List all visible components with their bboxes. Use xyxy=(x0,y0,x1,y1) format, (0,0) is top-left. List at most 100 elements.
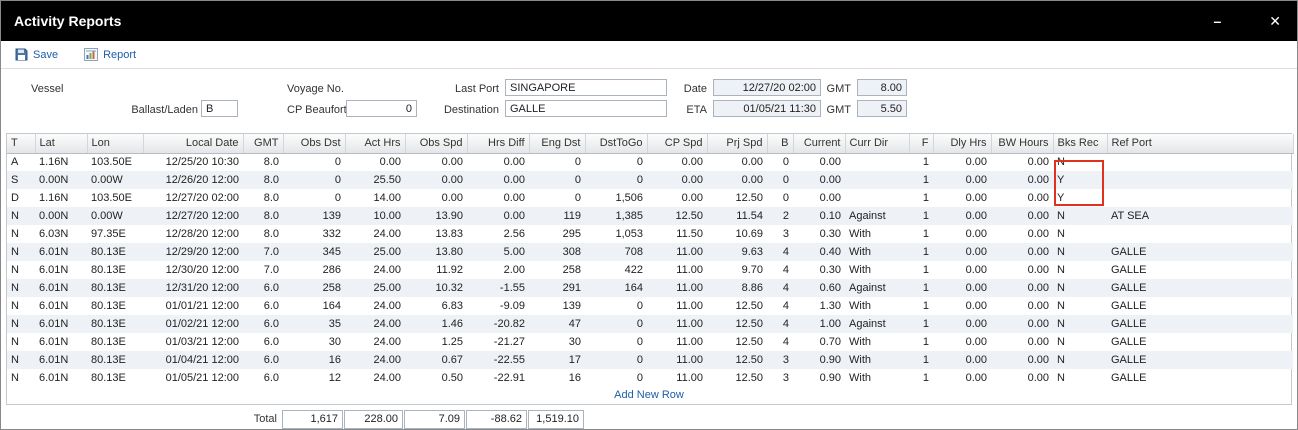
table-cell[interactable]: 0 xyxy=(585,315,647,333)
table-cell[interactable]: 0.67 xyxy=(405,351,467,369)
table-cell[interactable]: 6.01N xyxy=(35,333,87,351)
table-cell[interactable]: With xyxy=(845,261,909,279)
table-cell[interactable]: Against xyxy=(845,315,909,333)
table-cell[interactable]: 0.00 xyxy=(707,153,767,171)
table-cell[interactable]: 345 xyxy=(283,243,345,261)
table-cell[interactable]: 80.13E xyxy=(87,297,143,315)
table-cell[interactable]: -20.82 xyxy=(467,315,529,333)
close-button[interactable]: ✕ xyxy=(1269,14,1281,28)
table-cell[interactable]: 332 xyxy=(283,225,345,243)
table-cell[interactable]: 0.00 xyxy=(933,351,991,369)
column-header[interactable]: DstToGo xyxy=(585,134,647,153)
table-cell[interactable]: 6.01N xyxy=(35,279,87,297)
table-cell[interactable]: 2.00 xyxy=(467,261,529,279)
table-cell[interactable]: N xyxy=(1053,261,1107,279)
table-cell[interactable]: 0 xyxy=(585,297,647,315)
table-cell[interactable]: 0.50 xyxy=(405,369,467,387)
table-cell[interactable] xyxy=(845,153,909,171)
table-cell[interactable]: 0.60 xyxy=(793,279,845,297)
table-cell[interactable]: 25.00 xyxy=(345,279,405,297)
table-cell[interactable]: 7.0 xyxy=(243,243,283,261)
column-header[interactable]: Local Date xyxy=(143,134,243,153)
table-cell[interactable]: 0.70 xyxy=(793,333,845,351)
table-cell[interactable]: GALLE xyxy=(1107,279,1293,297)
table-cell[interactable]: 11.00 xyxy=(647,279,707,297)
table-row[interactable]: A1.16N103.50E12/25/20 10:308.000.000.000… xyxy=(7,153,1293,171)
table-cell[interactable]: 258 xyxy=(529,261,585,279)
table-cell[interactable]: N xyxy=(7,351,35,369)
table-cell[interactable]: 12/29/20 12:00 xyxy=(143,243,243,261)
minimize-button[interactable]: – xyxy=(1213,14,1221,28)
table-cell[interactable]: 1 xyxy=(909,261,933,279)
table-cell[interactable]: 2 xyxy=(767,207,793,225)
eta-input[interactable] xyxy=(713,100,821,117)
table-cell[interactable]: 0.00 xyxy=(793,171,845,189)
table-cell[interactable]: 0.00N xyxy=(35,207,87,225)
table-cell[interactable]: Against xyxy=(845,207,909,225)
table-cell[interactable]: 11.92 xyxy=(405,261,467,279)
table-cell[interactable]: 0.00 xyxy=(467,207,529,225)
table-cell[interactable]: 0.00N xyxy=(35,171,87,189)
table-cell[interactable]: 12/31/20 12:00 xyxy=(143,279,243,297)
table-cell[interactable]: N xyxy=(1053,243,1107,261)
table-cell[interactable]: N xyxy=(1053,225,1107,243)
table-cell[interactable]: A xyxy=(7,153,35,171)
table-cell[interactable]: 7.0 xyxy=(243,261,283,279)
table-cell[interactable]: With xyxy=(845,243,909,261)
table-cell[interactable]: 01/04/21 12:00 xyxy=(143,351,243,369)
table-cell[interactable]: 119 xyxy=(529,207,585,225)
table-cell[interactable]: 24.00 xyxy=(345,297,405,315)
table-row[interactable]: N6.03N97.35E12/28/20 12:008.033224.0013.… xyxy=(7,225,1293,243)
table-cell[interactable]: 6.01N xyxy=(35,369,87,387)
table-cell[interactable]: 01/03/21 12:00 xyxy=(143,333,243,351)
table-cell[interactable]: 139 xyxy=(283,207,345,225)
table-cell[interactable]: 24.00 xyxy=(345,351,405,369)
table-cell[interactable]: N xyxy=(7,279,35,297)
table-cell[interactable]: 0.00 xyxy=(933,315,991,333)
table-cell[interactable]: 6.0 xyxy=(243,315,283,333)
column-header[interactable]: Lon xyxy=(87,134,143,153)
table-cell[interactable]: 0.00 xyxy=(991,243,1053,261)
table-cell[interactable]: 4 xyxy=(767,279,793,297)
table-cell[interactable]: GALLE xyxy=(1107,369,1293,387)
table-cell[interactable]: 12/28/20 12:00 xyxy=(143,225,243,243)
table-cell[interactable]: 11.00 xyxy=(647,315,707,333)
table-cell[interactable]: 9.70 xyxy=(707,261,767,279)
column-header[interactable]: Hrs Diff xyxy=(467,134,529,153)
table-cell[interactable]: 0.00 xyxy=(991,333,1053,351)
table-cell[interactable]: 0.00 xyxy=(991,297,1053,315)
table-cell[interactable]: 10.69 xyxy=(707,225,767,243)
table-cell[interactable]: 0.00 xyxy=(991,261,1053,279)
table-cell[interactable]: 6.0 xyxy=(243,279,283,297)
table-cell[interactable]: 1 xyxy=(909,333,933,351)
table-cell[interactable]: 0.00 xyxy=(991,189,1053,207)
column-header[interactable]: Prj Spd xyxy=(707,134,767,153)
table-cell[interactable]: 258 xyxy=(283,279,345,297)
table-cell[interactable]: 6.83 xyxy=(405,297,467,315)
table-cell[interactable]: 1,506 xyxy=(585,189,647,207)
table-cell[interactable]: 0.00 xyxy=(647,171,707,189)
table-cell[interactable]: 6.01N xyxy=(35,315,87,333)
table-cell[interactable]: 8.0 xyxy=(243,153,283,171)
table-cell[interactable]: 11.00 xyxy=(647,333,707,351)
table-cell[interactable]: 1 xyxy=(909,351,933,369)
column-header[interactable]: Obs Spd xyxy=(405,134,467,153)
table-cell[interactable]: 0.00 xyxy=(933,189,991,207)
table-cell[interactable]: 5.00 xyxy=(467,243,529,261)
table-cell[interactable]: GALLE xyxy=(1107,333,1293,351)
table-cell[interactable]: 0.00 xyxy=(933,297,991,315)
table-cell[interactable]: 1.16N xyxy=(35,153,87,171)
table-cell[interactable]: 30 xyxy=(283,333,345,351)
cp-beaufort-input[interactable] xyxy=(346,100,417,117)
table-cell[interactable]: 8.0 xyxy=(243,207,283,225)
table-cell[interactable]: 01/01/21 12:00 xyxy=(143,297,243,315)
table-row[interactable]: N6.01N80.13E12/29/20 12:007.034525.0013.… xyxy=(7,243,1293,261)
table-cell[interactable] xyxy=(1107,225,1293,243)
table-cell[interactable]: 47 xyxy=(529,315,585,333)
table-cell[interactable]: N xyxy=(1053,207,1107,225)
table-cell[interactable]: N xyxy=(1053,351,1107,369)
table-cell[interactable]: 0.30 xyxy=(793,261,845,279)
table-cell[interactable]: 8.0 xyxy=(243,171,283,189)
table-cell[interactable]: 0.00W xyxy=(87,207,143,225)
table-cell[interactable]: 1 xyxy=(909,225,933,243)
